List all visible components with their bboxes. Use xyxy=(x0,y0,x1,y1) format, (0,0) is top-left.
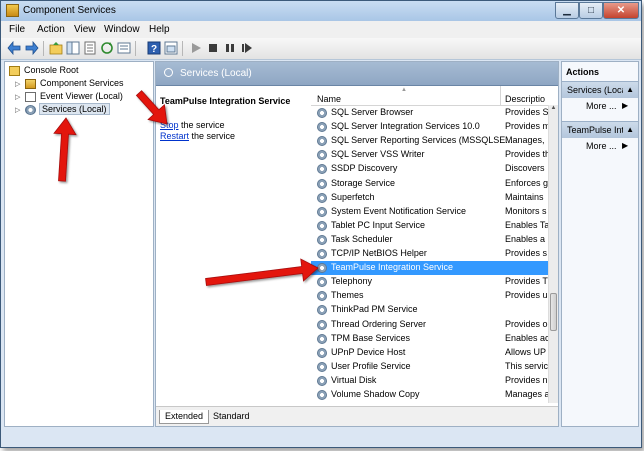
red-arrow-to-teampulse-row xyxy=(205,258,319,286)
annotation-arrows xyxy=(53,90,319,286)
red-arrow-to-stop-link xyxy=(135,90,168,125)
red-arrow-to-services-local xyxy=(53,117,77,182)
